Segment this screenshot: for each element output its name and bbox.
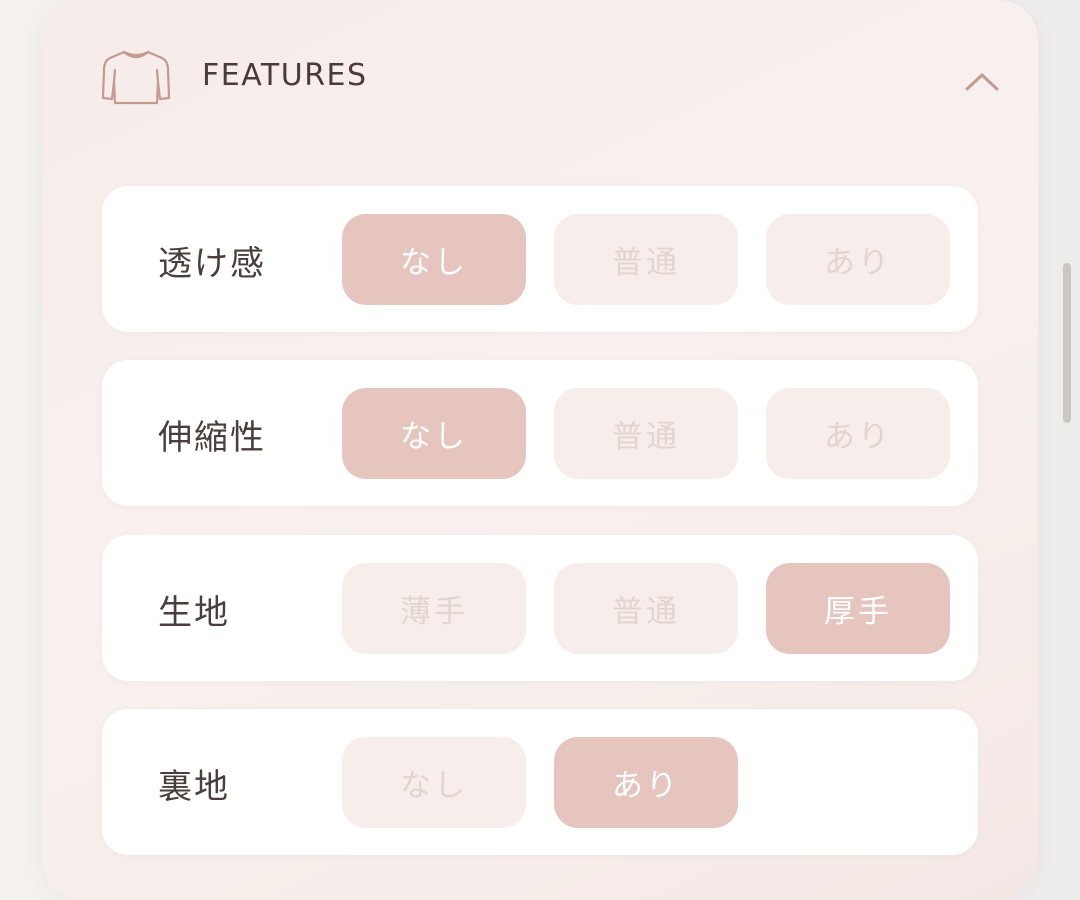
sweater-icon <box>100 46 172 108</box>
option-button[interactable]: なし <box>342 737 526 828</box>
feature-label: 裏地 <box>158 767 230 807</box>
feature-row-lining: 裏地 なし あり <box>102 709 978 855</box>
option-button[interactable]: 普通 <box>554 563 738 654</box>
option-button[interactable]: 薄手 <box>342 563 526 654</box>
features-title: FEATURES <box>202 58 368 93</box>
feature-label: 伸縮性 <box>158 418 266 458</box>
option-button[interactable]: なし <box>342 388 526 479</box>
feature-label: 生地 <box>158 593 230 633</box>
option-button[interactable]: あり <box>766 388 950 479</box>
features-header[interactable]: FEATURES <box>42 0 1038 160</box>
option-button[interactable]: 普通 <box>554 388 738 479</box>
chevron-up-icon[interactable] <box>960 64 1004 100</box>
option-button[interactable]: 厚手 <box>766 563 950 654</box>
option-button[interactable]: あり <box>766 214 950 305</box>
feature-row-stretch: 伸縮性 なし 普通 あり <box>102 360 978 506</box>
feature-label: 透け感 <box>158 244 266 284</box>
option-button[interactable]: 普通 <box>554 214 738 305</box>
scrollbar[interactable] <box>1063 263 1071 423</box>
option-button[interactable]: あり <box>554 737 738 828</box>
features-panel: FEATURES 透け感 なし 普通 あり 伸縮性 なし 普通 あり 生地 薄手… <box>42 0 1038 900</box>
option-button[interactable]: なし <box>342 214 526 305</box>
feature-row-fabric: 生地 薄手 普通 厚手 <box>102 535 978 681</box>
feature-row-transparency: 透け感 なし 普通 あり <box>102 186 978 332</box>
